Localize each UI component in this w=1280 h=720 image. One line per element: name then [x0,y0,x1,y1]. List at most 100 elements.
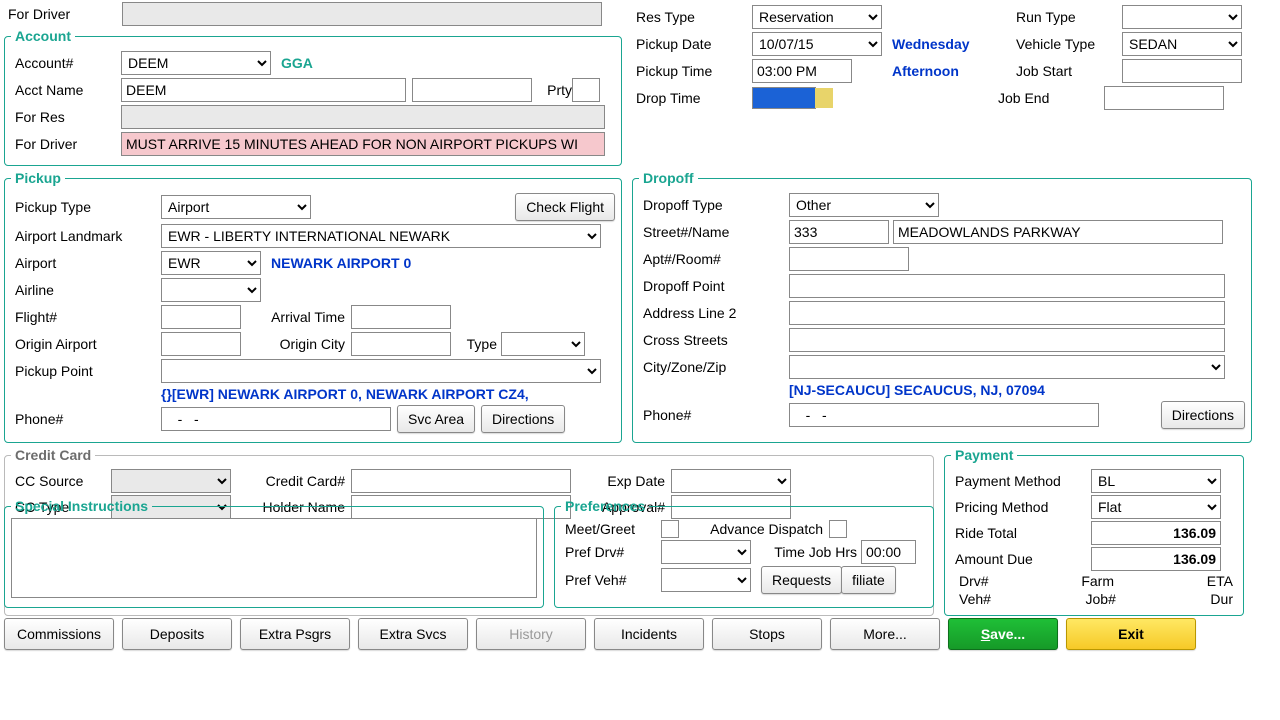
meet-checkbox[interactable] [661,520,679,538]
preferences-fieldset: Preferences Meet/Greet Advance Dispatch … [554,498,934,608]
day-name: Wednesday [882,36,1012,52]
street-name-input[interactable] [893,220,1223,244]
cc-source-label: CC Source [11,473,111,489]
run-type-label: Run Type [1012,9,1122,25]
vehicle-type-label: Vehicle Type [1012,36,1122,52]
adv-checkbox[interactable] [829,520,847,538]
exp-label: Exp Date [571,473,671,489]
landmark-label: Airport Landmark [11,228,161,244]
dur-label: Dur [1206,591,1233,607]
dropoff-type-label: Dropoff Type [639,197,789,213]
arrival-input[interactable] [351,305,451,329]
payment-fieldset: Payment Payment Method BL Pricing Method… [944,447,1244,616]
extra-psgrs-button[interactable]: Extra Psgrs [240,618,350,650]
adv-label: Advance Dispatch [679,521,829,537]
si-legend: Special Instructions [11,498,152,514]
origin-type-select[interactable] [501,332,585,356]
arrival-label: Arrival Time [241,309,351,325]
origin-airport-input[interactable] [161,332,241,356]
account-no-label: Account# [11,55,121,71]
pref-drv-select[interactable] [661,540,751,564]
dropoff-directions-button[interactable]: Directions [1161,401,1245,429]
apt-input[interactable] [789,247,909,271]
cross-input[interactable] [789,328,1225,352]
pickup-phone-label: Phone# [11,411,161,427]
origin-city-label: Origin City [241,336,351,352]
acct-name-input[interactable] [121,78,406,102]
time-job-input[interactable] [861,540,916,564]
exp-select[interactable] [671,469,791,493]
cc-source-select [111,469,231,493]
pickup-legend: Pickup [11,170,65,186]
airline-select[interactable] [161,278,261,302]
pickup-time-input[interactable] [752,59,852,83]
pickup-type-select[interactable]: Airport [161,195,311,219]
pickup-type-label: Pickup Type [11,199,161,215]
pickup-address-line: {}[EWR] NEWARK AIRPORT 0, NEWARK AIRPORT… [161,386,529,402]
origin-city-input[interactable] [351,332,451,356]
pickup-directions-button[interactable]: Directions [481,405,565,433]
acct-name2-input[interactable] [412,78,532,102]
more-button[interactable]: More... [830,618,940,650]
amount-due-value [1091,547,1221,571]
job-end-input[interactable] [1104,86,1224,110]
pickup-date-select[interactable]: 10/07/15 [752,32,882,56]
special-instructions-fieldset: Special Instructions [4,498,544,608]
check-flight-button[interactable]: Check Flight [515,193,615,221]
farm-label: Farm [1077,573,1114,589]
dropoff-type-select[interactable]: Other [789,193,939,217]
vehicle-type-select[interactable]: SEDAN [1122,32,1242,56]
pickup-fieldset: Pickup Pickup Type Airport Check Flight … [4,170,622,443]
pricing-select[interactable]: Flat [1091,495,1221,519]
pickup-point-select[interactable] [161,359,601,383]
prty-input[interactable] [572,78,600,102]
stops-button[interactable]: Stops [712,618,822,650]
meet-label: Meet/Greet [561,521,661,537]
airport-label: Airport [11,255,161,271]
landmark-select[interactable]: EWR - LIBERTY INTERNATIONAL NEWARK [161,224,601,248]
extra-svcs-button[interactable]: Extra Svcs [358,618,468,650]
method-label: Payment Method [951,473,1091,489]
drop-time-input[interactable] [752,87,816,109]
account-fieldset: Account Account# DEEM GGA Acct Name Prty… [4,28,622,166]
commissions-button[interactable]: Commissions [4,618,114,650]
street-no-input[interactable] [789,220,889,244]
pricing-label: Pricing Method [951,499,1091,515]
dropoff-point-input[interactable] [789,274,1225,298]
method-select[interactable]: BL [1091,469,1221,493]
res-type-select[interactable]: Reservation [752,5,882,29]
airport-note: NEWARK AIRPORT 0 [261,255,411,271]
for-driver-input[interactable] [121,132,605,156]
history-button[interactable]: History [476,618,586,650]
incidents-button[interactable]: Incidents [594,618,704,650]
save-button[interactable]: SSave...ave... [948,618,1058,650]
czz-select[interactable] [789,355,1225,379]
requests-button[interactable]: Requests [761,566,842,594]
dropoff-phone-label: Phone# [639,407,789,423]
si-textarea[interactable] [11,518,537,598]
pickup-point-label: Pickup Point [11,363,161,379]
for-res-label: For Res [11,109,121,125]
flight-input[interactable] [161,305,241,329]
dropoff-legend: Dropoff [639,170,698,186]
run-type-select[interactable] [1122,5,1242,29]
pref-veh-select[interactable] [661,568,751,592]
cc-legend: Credit Card [11,447,95,463]
cc-number-input[interactable] [351,469,571,493]
dropoff-phone-input[interactable] [789,403,1099,427]
flight-label: Flight# [11,309,161,325]
filiate-button[interactable]: filiate [841,566,896,594]
account-no-select[interactable]: DEEM [121,51,271,75]
svc-area-button[interactable]: Svc Area [397,405,475,433]
drv-label: Drv# [955,573,989,589]
addr2-input[interactable] [789,301,1225,325]
deposits-button[interactable]: Deposits [122,618,232,650]
cc-number-label: Credit Card# [231,473,351,489]
exit-button[interactable]: Exit [1066,618,1196,650]
payment-legend: Payment [951,447,1017,463]
pickup-phone-input[interactable] [161,407,391,431]
airport-select[interactable]: EWR [161,251,261,275]
addr2-label: Address Line 2 [639,305,789,321]
apt-label: Apt#/Room# [639,251,789,267]
job-start-input[interactable] [1122,59,1242,83]
